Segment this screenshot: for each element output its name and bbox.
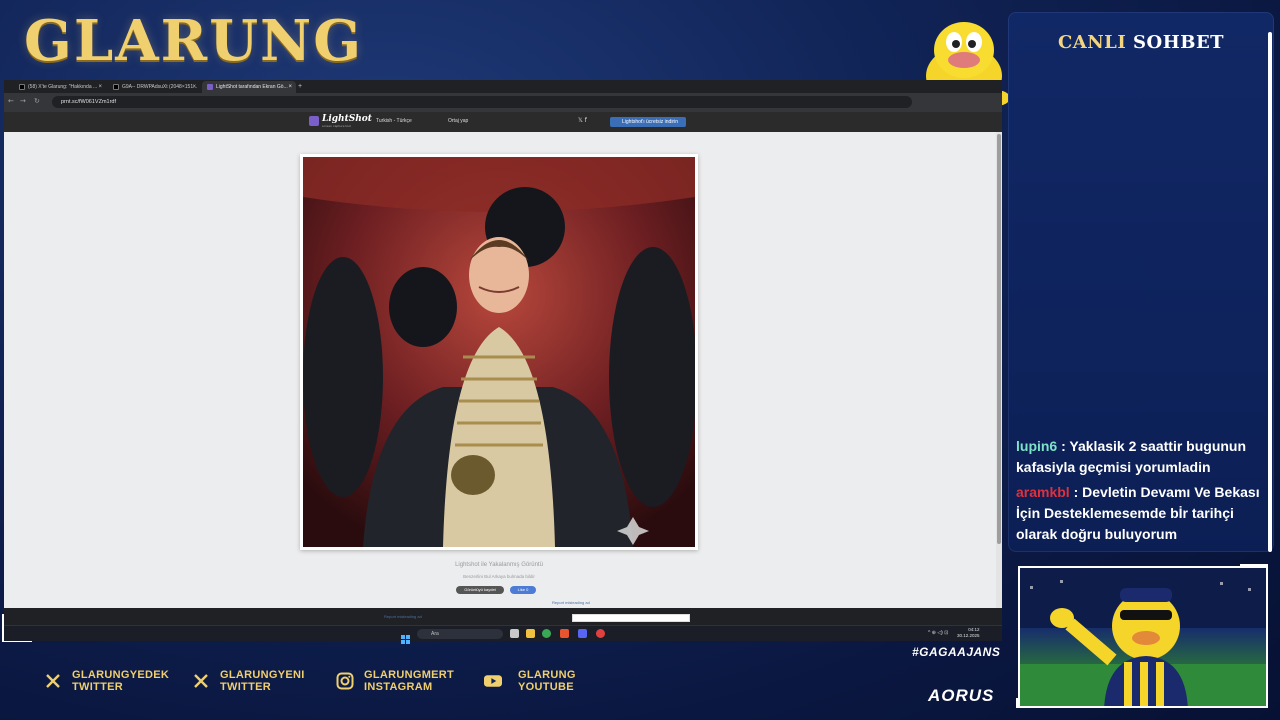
x-icon — [192, 672, 210, 690]
frame-corner — [1016, 698, 1046, 708]
image-caption: Lightshot ile Yakalanmış Görüntü — [455, 562, 543, 568]
tab-title: (58) X'te Glarung: "Hakkında ... — [28, 84, 98, 90]
chat-scrollbar[interactable] — [1268, 32, 1272, 552]
like-button[interactable]: Like 0 — [510, 586, 536, 594]
social-handle: GLARUNGYEDEK — [72, 669, 170, 681]
windows-taskbar: Ara ^ ⊕ ◁) ⊡ 04:12 30.12.2025 — [4, 625, 1002, 644]
x-favicon-icon — [19, 84, 25, 90]
webcam-frame — [1018, 566, 1268, 708]
page-scrollbar-thumb[interactable] — [997, 134, 1001, 544]
social-platform: YOUTUBE — [518, 681, 574, 693]
mascot-webcam-icon — [1020, 568, 1266, 706]
frame-corner — [1240, 564, 1268, 574]
lightshot-tagline: screen capture tool — [322, 124, 352, 128]
instagram-icon — [336, 672, 354, 690]
clock[interactable]: 04:12 30.12.2025 — [957, 627, 980, 639]
task-view-icon[interactable] — [510, 629, 519, 638]
chat-title-part2: SOHBET — [1133, 32, 1225, 53]
ad-box — [572, 614, 690, 622]
chat-message: aramkbl : Devletin Devamı Ve Bekası İçin… — [1016, 482, 1270, 545]
browser-tab[interactable]: (58) X'te Glarung: "Hakkında ... × — [14, 81, 106, 93]
forward-icon[interactable]: → — [20, 97, 26, 105]
social-handle: GLARUNGYENI — [220, 669, 305, 681]
browser-tab-active[interactable]: LightShot tarafından Ekran Gö... × — [202, 81, 296, 93]
chrome-icon[interactable] — [542, 629, 551, 638]
file-explorer-icon[interactable] — [526, 629, 535, 638]
back-icon[interactable]: ← — [8, 97, 14, 105]
close-icon[interactable]: × — [288, 81, 292, 93]
report-link[interactable]: Report misleading ad — [384, 614, 422, 619]
x-favicon-icon — [113, 84, 119, 90]
chat-panel: CANLI SOHBET lupin6 : Yaklasik 2 saattir… — [1008, 12, 1274, 552]
lightshot-favicon-icon — [207, 84, 213, 90]
twitter-facebook-icon[interactable]: 𝕏 f — [578, 117, 587, 124]
image-subcaption: Benzerlini Bul Arkaya bulmada bildir — [463, 574, 535, 579]
hashtag: #GAGAAJANS — [912, 645, 1001, 659]
language-select[interactable]: Turkish - Türkçe — [376, 118, 412, 124]
browser-window: (58) X'te Glarung: "Hakkında ... × G9A--… — [4, 80, 1002, 625]
close-icon[interactable]: × — [192, 81, 196, 93]
social-platform: INSTAGRAM — [364, 681, 433, 693]
taskbar-search[interactable]: Ara — [417, 629, 503, 639]
save-image-button[interactable]: Görüntüyü kaydet — [456, 586, 504, 594]
clock-date: 30.12.2025 — [957, 633, 980, 638]
social-platform: TWITTER — [72, 681, 123, 693]
sponsor-logo: AORUS — [928, 686, 995, 705]
tab-bar: (58) X'te Glarung: "Hakkında ... × G9A--… — [4, 80, 1002, 93]
reload-icon[interactable]: ↻ — [34, 97, 40, 105]
obs-icon[interactable] — [596, 629, 605, 638]
lightshot-header: LightShot screen capture tool Turkish - … — [4, 112, 1002, 132]
x-icon — [44, 672, 62, 690]
address-bar: ← → ↻ prnt.sc/fW061VZm1rdf — [4, 93, 1002, 112]
system-tray[interactable]: ^ ⊕ ◁) ⊡ — [928, 630, 948, 636]
chat-title-part1: CANLI — [1057, 32, 1127, 53]
chat-title: CANLI SOHBET — [1008, 32, 1274, 53]
url-input[interactable]: prnt.sc/fW061VZm1rdf — [52, 96, 912, 108]
screenshot-image[interactable] — [300, 154, 698, 550]
header-link[interactable]: Ortaj yap — [448, 118, 468, 124]
youtube-icon — [484, 672, 502, 690]
report-link[interactable]: Report misleading ad — [552, 600, 590, 605]
brave-icon[interactable] — [560, 629, 569, 638]
close-icon[interactable]: × — [98, 81, 102, 93]
windows-start-icon[interactable] — [401, 629, 410, 644]
social-handle: GLARUNGMERT — [364, 669, 455, 681]
lightshot-feather-icon — [309, 116, 319, 126]
new-tab-button[interactable]: + — [294, 81, 308, 93]
lightshot-logo[interactable]: LightShot — [322, 114, 372, 124]
browser-tab[interactable]: G9A-- DRWPAdsuXt (2048×151... × — [108, 81, 200, 93]
social-handle: GLARUNG — [518, 669, 576, 681]
lightshot-page: Lightshot ile Yakalanmış Görüntü Benzerl… — [4, 132, 996, 622]
chat-username: lupin6 — [1016, 438, 1058, 454]
channel-logo: GLARUNG — [24, 8, 364, 74]
costume-photo-icon — [303, 157, 697, 547]
chat-message: lupin6 : Yaklasik 2 saattir bugunun kafa… — [1016, 436, 1270, 478]
download-button[interactable]: Lightshot'ı ücretsiz indirin — [610, 117, 686, 127]
tab-title: G9A-- DRWPAdsuXt (2048×151... — [122, 84, 198, 90]
social-platform: TWITTER — [220, 681, 271, 693]
tab-title: LightShot tarafından Ekran Gö... — [216, 84, 288, 90]
discord-icon[interactable] — [578, 629, 587, 638]
chat-username: aramkbl — [1016, 484, 1070, 500]
